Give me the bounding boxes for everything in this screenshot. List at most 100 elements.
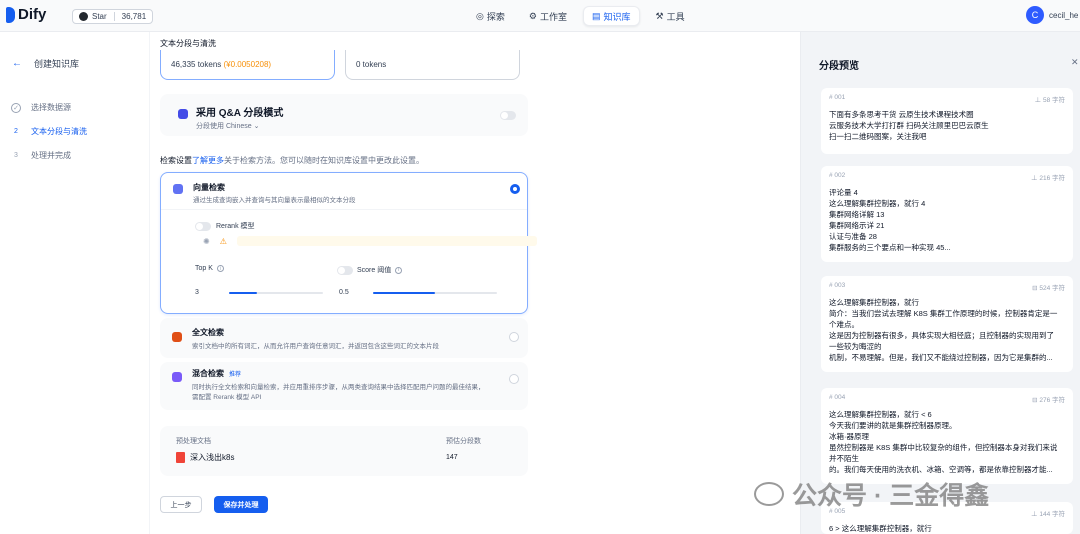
- segment-text-line: 6 > 这么理解集群控制器，就行: [829, 524, 932, 533]
- document-summary: 预处理文档 预估分段数 深入浅出k8s 147: [160, 426, 528, 476]
- step-number: ✓: [11, 102, 21, 113]
- info-icon: i: [216, 265, 224, 272]
- segment-text-line: 扫一扫二维码图案，关注我吧: [829, 132, 927, 141]
- save-and-process-button[interactable]: 保存并处理: [214, 496, 268, 513]
- score-label-row: Score 阈值 i: [337, 265, 403, 275]
- hybrid-search-icon: [172, 372, 182, 382]
- hybrid-search-option[interactable]: 混合检索 推荐 同时执行全文检索和向量检索，并应用重排序步骤，从两类查询结果中选择…: [160, 362, 528, 410]
- user-name: cecil_he: [1049, 10, 1079, 20]
- qa-language-select[interactable]: 分段使用 Chinese ⌄: [196, 121, 259, 131]
- dify-logo-icon: [6, 6, 15, 23]
- fulltext-search-radio[interactable]: [509, 332, 519, 342]
- topk-value[interactable]: 3: [195, 289, 199, 296]
- watermark-text: 公众号 · 三金得鑫: [792, 482, 990, 510]
- pdf-file-icon: [176, 452, 185, 463]
- segment-text-line: 云服务技术大学打打群 扫码关注顾里巴巴云原生: [829, 121, 989, 130]
- recommended-badge: 推荐: [229, 372, 242, 378]
- wechat-icon: [754, 482, 784, 506]
- estimate-card-economy[interactable]: 0 tokens: [345, 50, 520, 80]
- segment-text-line: 集群网络详解 13: [829, 210, 885, 219]
- segment-char-count: ⊥ 144 字符: [1031, 511, 1065, 518]
- tools-icon: ⚒: [655, 10, 664, 21]
- score-value[interactable]: 0.5: [339, 289, 349, 296]
- segment-text-line: 一些较为晦涩的: [829, 342, 882, 351]
- hybrid-search-desc: 同时执行全文检索和向量检索，并应用重排序步骤，从两类查询结果中选择匹配用户问题的…: [192, 384, 485, 391]
- topk-label: Top K: [195, 265, 213, 272]
- topk-slider-fill: [229, 292, 258, 294]
- segment-char-count: ⊥ 216 字符: [1031, 175, 1065, 182]
- segment-text-line: 冰箱·器原理: [829, 432, 869, 441]
- rerank-model-placeholder: [236, 236, 537, 246]
- segment-text-line: 这么理解集群控制器，就行 < 6: [829, 410, 932, 419]
- avatar: C: [1026, 6, 1044, 24]
- segment-count: 147: [446, 454, 458, 461]
- segment-text-line: 虽然控制器是 K8S 集群中比较复杂的组件，但控制器本身对我们来说: [829, 443, 1058, 452]
- fulltext-search-option[interactable]: 全文检索 索引文档中的所有词汇，从而允许用户查询任意词汇，并返回包含这些词汇的文…: [160, 318, 528, 358]
- segment-id: # 002: [829, 172, 846, 179]
- user-menu[interactable]: C cecil_he: [1026, 6, 1078, 24]
- steps-sidebar: ← 创建知识库 ✓ 选择数据源 2 文本分段与清洗 3 处理并完成: [0, 32, 150, 534]
- nav-explore[interactable]: ◎ 探索: [468, 6, 513, 26]
- nav-studio[interactable]: ⚙ 工作室: [521, 6, 575, 26]
- fulltext-search-desc: 索引文档中的所有词汇，从而允许用户查询任意词汇，并返回包含这些词汇的文本片段: [192, 343, 439, 350]
- model-spinner-icon: ✺: [203, 236, 210, 246]
- top-bar: Dify Star 36,781 ◎ 探索 ⚙ 工作室 ▤ 知识库 ⚒ 工具 C cec…: [0, 0, 1080, 32]
- segment-char-count: ⊟ 524 字符: [1032, 285, 1065, 292]
- page-title: 文本分段与清洗: [160, 39, 216, 48]
- step-number: 3: [14, 152, 18, 159]
- segment-text-line: 集群服务的三个要点和一种实现 45...: [829, 243, 951, 252]
- nav-tools[interactable]: ⚒ 工具: [648, 6, 693, 26]
- watermark: 公众号 · 三金得鑫: [754, 476, 989, 512]
- step-number: 2: [14, 128, 18, 135]
- nav-knowledge[interactable]: ▤ 知识库: [582, 6, 640, 26]
- main-panel: 文本分段与清洗 46,335 tokens (¥0.0050208) 0 tok…: [150, 32, 800, 534]
- github-star-label: Star: [92, 12, 107, 21]
- learn-more-link[interactable]: 了解更多: [192, 156, 224, 165]
- score-slider[interactable]: [373, 292, 497, 294]
- retrieval-settings-title: 检索设置了解更多关于检索方法。您可以随时在知识库设置中更改此设置。: [160, 155, 424, 166]
- retrieval-suffix: 关于检索方法。您可以随时在知识库设置中更改此设置。: [224, 156, 424, 165]
- compass-icon: ◎: [476, 10, 484, 21]
- segment-card: # 001 ⊥ 58 字符 下面有多条思考干货 云原生技术课程技术圈 云服务技术大…: [821, 88, 1073, 154]
- rerank-toggle[interactable]: [195, 221, 211, 231]
- previous-step-button[interactable]: 上一步: [160, 496, 202, 513]
- studio-icon: ⚙: [528, 10, 537, 21]
- back-label: 创建知识库: [34, 59, 80, 69]
- rerank-label: Rerank 模型: [216, 223, 255, 230]
- hybrid-search-radio[interactable]: [509, 374, 519, 384]
- vector-search-icon: [173, 184, 183, 194]
- vector-search-option[interactable]: 向量检索 通过生成查询嵌入并查询与其向量表示最相似的文本分段 Rerank 模型…: [160, 172, 537, 314]
- segment-text-line: 这么理解集群控制器，就行: [829, 298, 919, 307]
- step-label: 选择数据源: [31, 103, 71, 112]
- segment-count-header: 预估分段数: [446, 438, 481, 445]
- score-threshold-toggle[interactable]: [337, 265, 353, 275]
- topk-label-row: Top K i: [195, 265, 224, 272]
- vector-search-radio[interactable]: [510, 184, 520, 194]
- qa-mode-toggle[interactable]: [500, 111, 516, 120]
- segment-text-line: 认证与准备 28: [829, 232, 877, 241]
- qa-mode-box: 采用 Q&A 分段模式 分段使用 Chinese ⌄: [160, 94, 528, 136]
- rerank-toggle-row: Rerank 模型: [195, 221, 255, 231]
- knowledge-icon: ▤: [591, 10, 601, 21]
- segment-text-line: 今天我们要讲的就是集群控制器原理。: [829, 421, 957, 430]
- app-name: Dify: [18, 6, 47, 23]
- estimate-card-high-quality[interactable]: 46,335 tokens (¥0.0050208): [160, 50, 335, 80]
- github-star-count: 36,781: [121, 12, 147, 21]
- segment-id: # 004: [829, 394, 846, 401]
- app-logo[interactable]: Dify: [6, 6, 46, 23]
- step-label: 处理并完成: [31, 151, 71, 160]
- segment-char-count: ⊟ 276 字符: [1032, 397, 1065, 404]
- github-star-button[interactable]: Star 36,781: [72, 9, 154, 24]
- hybrid-search-title: 混合检索: [192, 369, 224, 378]
- back-button[interactable]: ← 创建知识库: [12, 57, 79, 70]
- qa-icon: [178, 109, 188, 119]
- close-icon[interactable]: ✕: [1071, 57, 1079, 68]
- rerank-model-select[interactable]: ✺ ⚠: [203, 236, 537, 246]
- qa-mode-title: 采用 Q&A 分段模式: [196, 108, 284, 119]
- estimate-price: (¥0.0050208): [223, 60, 272, 69]
- vector-search-desc: 通过生成查询嵌入并查询与其向量表示最相似的文本分段: [193, 197, 356, 204]
- step-process: 3 处理并完成: [11, 150, 71, 161]
- retrieval-prefix: 检索设置: [160, 156, 192, 165]
- nav-studio-label: 工作室: [539, 11, 567, 22]
- topk-slider[interactable]: [229, 292, 323, 294]
